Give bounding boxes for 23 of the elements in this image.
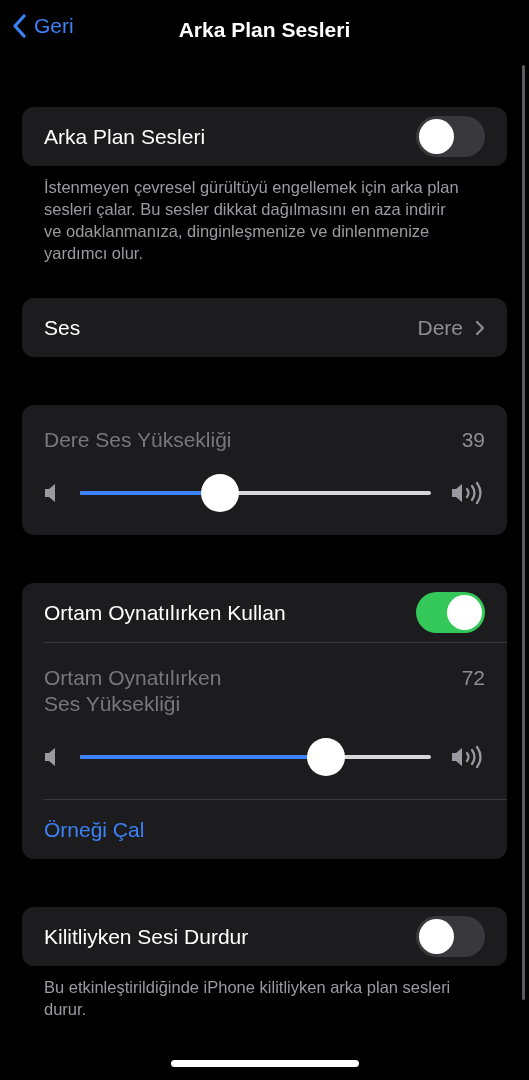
row-value: Dere	[417, 315, 463, 340]
screen-title: Arka Plan Sesleri	[178, 18, 351, 42]
speaker-high-icon	[451, 481, 485, 505]
toggle-switch[interactable]	[416, 592, 485, 633]
toggle-switch[interactable]	[416, 116, 485, 157]
slider-label: Dere Ses Yüksekliği	[44, 427, 232, 453]
row-label: Arka Plan Sesleri	[44, 124, 206, 149]
volume-slider[interactable]	[80, 474, 431, 512]
volume-slider[interactable]	[80, 738, 431, 776]
slider-reading: 72	[461, 665, 485, 691]
slider-reading: 39	[461, 427, 485, 453]
chevron-icon	[475, 319, 485, 336]
back-button[interactable]: Geri	[12, 14, 74, 38]
footer-note: Bu etkinleştirildiğinde iPhone kilitliyken arka plan sesleri durur.	[43, 977, 452, 1020]
row-label: Ortam Oynatılırken Kullan	[44, 600, 286, 625]
row-label: Ses	[44, 315, 81, 340]
toggle-switch[interactable]	[416, 916, 485, 957]
footer-note: İstenmeyen çevresel gürültüyü engellemek için arka plan sesleri çalar. Bu sesler dikkat dağılmasını en aza indirir ve odaklanmanıza, dinginleşmenize ve dinlenmenize yardımcı olur.	[43, 177, 460, 264]
speaker-high-icon	[451, 745, 485, 769]
slider-label: Ortam Oynatılırken Ses Yüksekliği	[44, 665, 222, 717]
back-chevron-icon	[12, 14, 26, 38]
row-label: Kilitliyken Sesi Durdur	[44, 924, 249, 949]
play-sample-link[interactable]: Örneği Çal	[44, 817, 145, 842]
